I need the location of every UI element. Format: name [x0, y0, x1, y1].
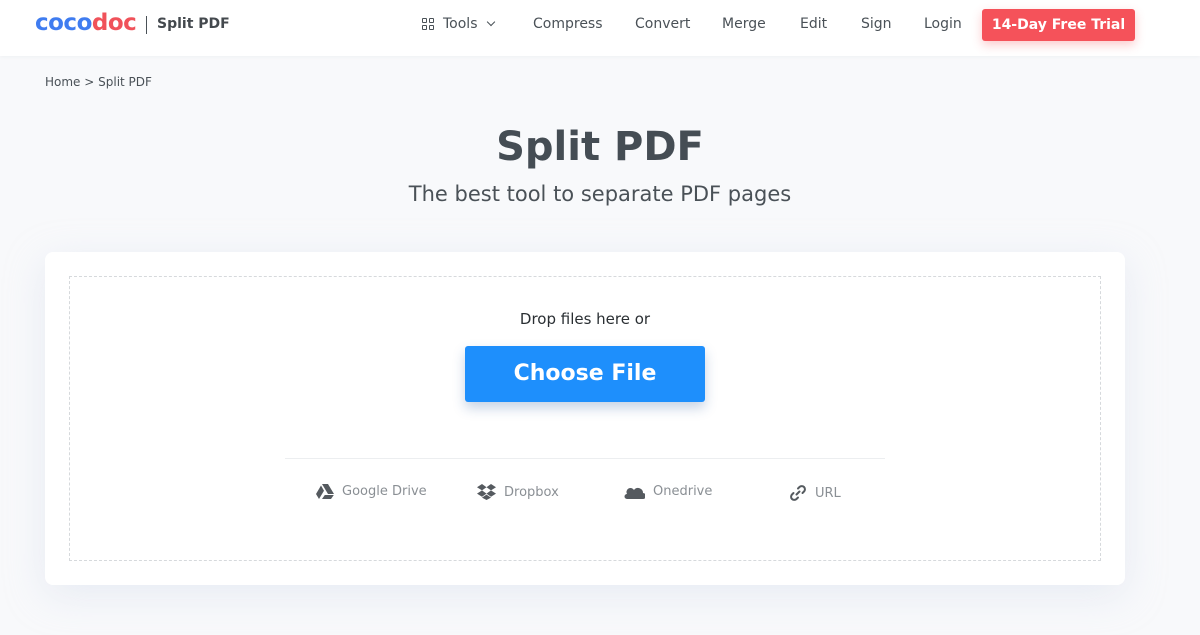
cocodoc-logo[interactable]: cocodoc — [35, 10, 137, 36]
nav-compress[interactable]: Compress — [533, 16, 603, 32]
source-label: Onedrive — [653, 484, 713, 499]
logo-part-coco: coco — [35, 10, 92, 36]
free-trial-button[interactable]: 14-Day Free Trial — [982, 9, 1135, 41]
nav-merge[interactable]: Merge — [722, 16, 766, 32]
chevron-down-icon — [486, 17, 495, 26]
top-header: cocodoc Split PDF Tools Compress Convert… — [0, 0, 1200, 56]
onedrive-icon — [624, 487, 645, 499]
logo-separator — [146, 16, 147, 34]
nav-sign[interactable]: Sign — [861, 16, 892, 32]
header-page-name: Split PDF — [157, 16, 230, 32]
logo-part-doc: doc — [91, 10, 137, 36]
source-label: URL — [815, 485, 841, 501]
breadcrumb[interactable]: Home > Split PDF — [45, 75, 152, 89]
nav-login[interactable]: Login — [924, 16, 962, 32]
nav-tools-dropdown[interactable]: Tools — [422, 16, 495, 32]
nav-edit[interactable]: Edit — [800, 16, 827, 32]
divider — [285, 458, 885, 459]
page-subtitle: The best tool to separate PDF pages — [408, 182, 792, 206]
nav-convert[interactable]: Convert — [635, 16, 690, 32]
file-drop-zone[interactable]: Drop files here or Choose File Google Dr… — [69, 276, 1101, 561]
choose-file-button[interactable]: Choose File — [465, 346, 705, 402]
source-label: Google Drive — [342, 484, 427, 499]
drop-files-text: Drop files here or — [519, 310, 651, 328]
source-url[interactable]: URL — [789, 484, 841, 502]
grid-icon — [422, 18, 434, 30]
source-google-drive[interactable]: Google Drive — [316, 484, 427, 499]
google-drive-icon — [316, 484, 334, 499]
source-label: Dropbox — [504, 484, 559, 500]
nav-tools-label: Tools — [443, 16, 478, 32]
upload-card: Drop files here or Choose File Google Dr… — [45, 252, 1125, 585]
source-onedrive[interactable]: Onedrive — [623, 484, 712, 499]
source-dropbox[interactable]: Dropbox — [477, 484, 559, 500]
link-icon — [790, 485, 806, 501]
dropbox-icon — [477, 484, 496, 500]
page-title: Split PDF — [496, 124, 704, 170]
